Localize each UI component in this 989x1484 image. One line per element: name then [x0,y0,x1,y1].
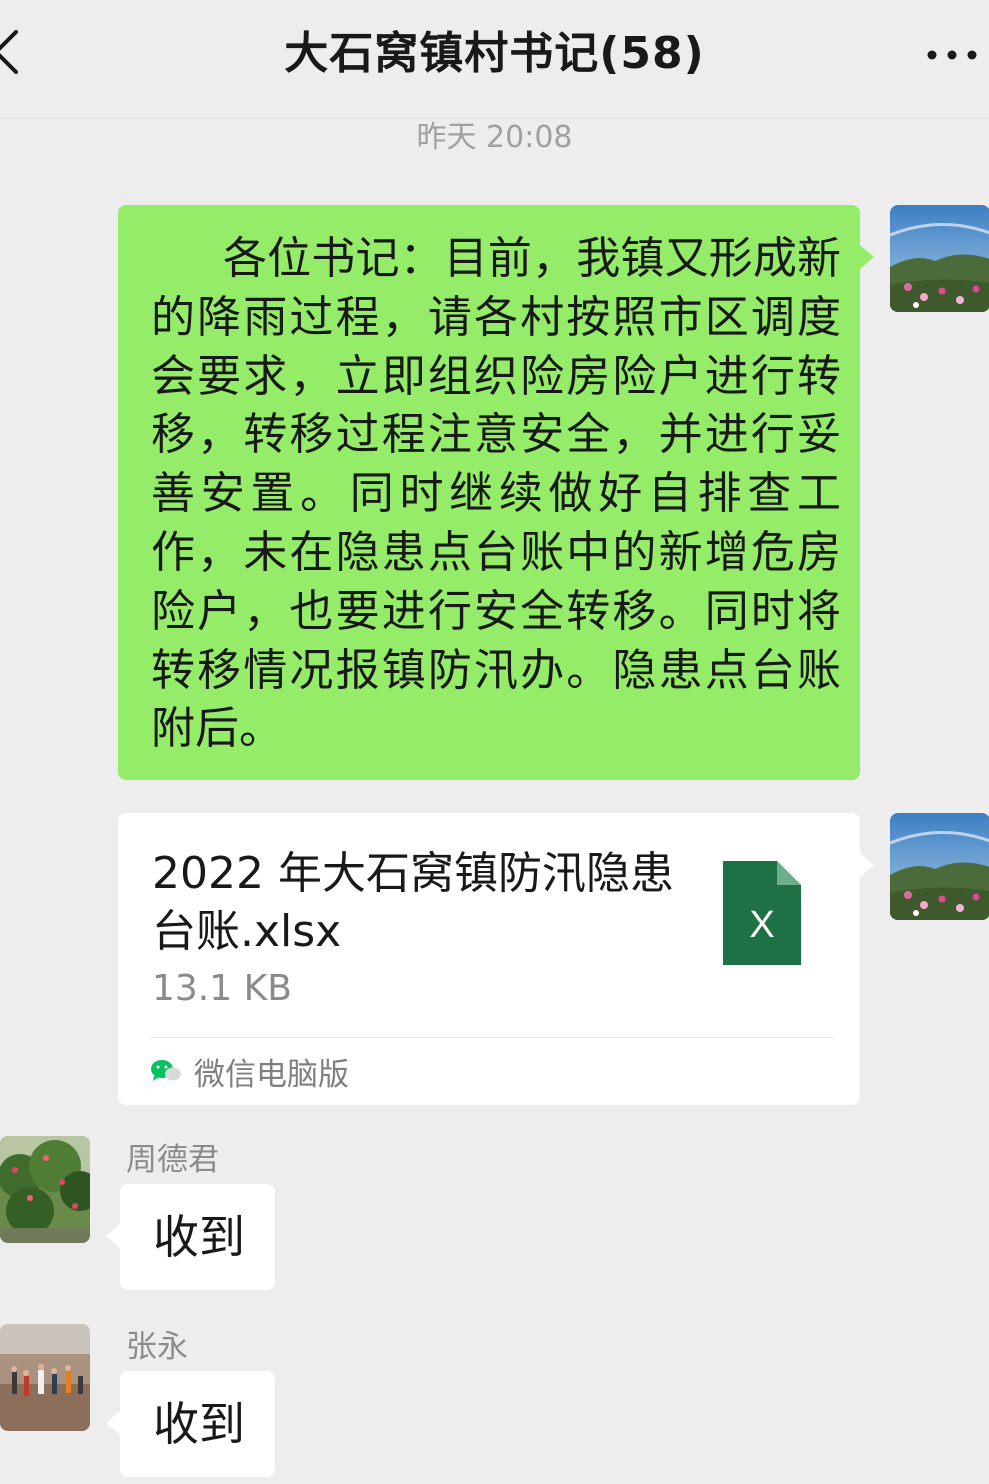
incoming-message-bubble[interactable]: 收到 [106,1184,275,1290]
bubble-tail [106,1411,120,1435]
message-timestamp: 昨天 20:08 [416,120,573,155]
outgoing-message-bubble[interactable]: 各位书记：目前，我镇又形成新的降雨过程，请各村按照市区调度会要求，立即组织险房险… [118,205,874,780]
member-avatar[interactable] [0,1324,90,1431]
sender-name: 张永 [126,1329,188,1365]
bubble-tail [106,1224,120,1248]
file-name: 2022 年大石窝镇防汛隐患台账.xlsx [152,848,674,957]
incoming-message-bubble[interactable]: 收到 [106,1371,275,1477]
excel-file-icon: X [723,861,801,965]
chat-title: 大石窝镇村书记(58) [284,28,705,79]
svg-text:X: X [749,904,774,946]
incoming-message-text: 收到 [153,1210,245,1264]
ellipsis-icon [927,50,977,60]
file-source-label: 微信电脑版 [194,1056,349,1093]
sender-name: 周德君 [126,1142,219,1178]
outgoing-message-text: 各位书记：目前，我镇又形成新的降雨过程，请各村按照市区调度会要求，立即组织险房险… [151,233,841,755]
incoming-message-text: 收到 [153,1397,245,1451]
file-card-divider [150,1037,834,1038]
self-avatar[interactable] [890,205,989,312]
more-button[interactable] [925,44,979,66]
bubble-tail [860,853,874,877]
wechat-icon [151,1060,181,1081]
file-message-card[interactable]: 2022 年大石窝镇防汛隐患台账.xlsx X 微信电脑版 [118,813,874,1105]
file-source: 微信电脑版 [150,1051,349,1093]
self-avatar[interactable] [890,813,989,920]
bubble-tail [860,245,874,269]
chat-header: 大石窝镇村书记(58) [0,0,989,119]
file-size: 13.1 KB [152,968,292,1009]
member-avatar[interactable] [0,1136,90,1243]
